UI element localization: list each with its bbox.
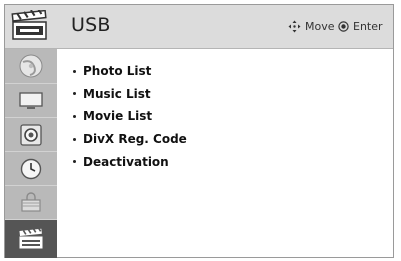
ok-button-icon (338, 21, 349, 32)
menu-item-label: Music List (83, 86, 151, 101)
bullet (73, 114, 76, 118)
bullet (73, 69, 76, 73)
enter-hint: Enter (338, 20, 383, 33)
menu-item-photo-list[interactable]: Photo List (73, 60, 187, 83)
lock-icon (21, 192, 41, 212)
sidebar-item-time[interactable] (5, 151, 57, 186)
clapperboard-icon (11, 10, 47, 40)
bullet (73, 92, 76, 96)
menu-header: USB Move Enter (5, 5, 393, 49)
clock-icon (20, 158, 42, 180)
page-title: USB (71, 14, 111, 36)
clapperboard-icon (19, 228, 43, 249)
tv-icon (19, 92, 43, 109)
menu-item-label: Deactivation (83, 154, 169, 169)
menu-item-label: DivX Reg. Code (83, 132, 187, 147)
bullet (73, 137, 76, 141)
category-sidebar (5, 49, 57, 258)
disc-icon (19, 54, 43, 78)
four-way-arrow-icon (288, 20, 301, 33)
menu-item-deactivation[interactable]: Deactivation (73, 150, 187, 173)
move-hint: Move (288, 20, 335, 33)
sidebar-item-usb[interactable] (5, 219, 57, 258)
menu-item-divx-reg-code[interactable]: DivX Reg. Code (73, 128, 187, 151)
sidebar-item-audio[interactable] (5, 117, 57, 152)
menu-item-music-list[interactable]: Music List (73, 83, 187, 106)
sidebar-item-display[interactable] (5, 83, 57, 118)
menu-item-label: Movie List (83, 109, 153, 124)
menu-content: Photo List Music List Movie List DivX Re… (57, 49, 393, 257)
menu-item-movie-list[interactable]: Movie List (73, 105, 187, 128)
speaker-icon (20, 124, 42, 146)
bullet (73, 160, 76, 164)
sidebar-item-lock[interactable] (5, 185, 57, 220)
move-hint-label: Move (305, 20, 335, 33)
enter-hint-label: Enter (353, 20, 383, 33)
sidebar-item-picture[interactable] (5, 49, 57, 83)
menu-item-label: Photo List (83, 64, 152, 79)
usb-menu-window: USB Move Enter Photo List Music List Mov… (4, 4, 394, 258)
usb-option-list: Photo List Music List Movie List DivX Re… (73, 60, 187, 173)
